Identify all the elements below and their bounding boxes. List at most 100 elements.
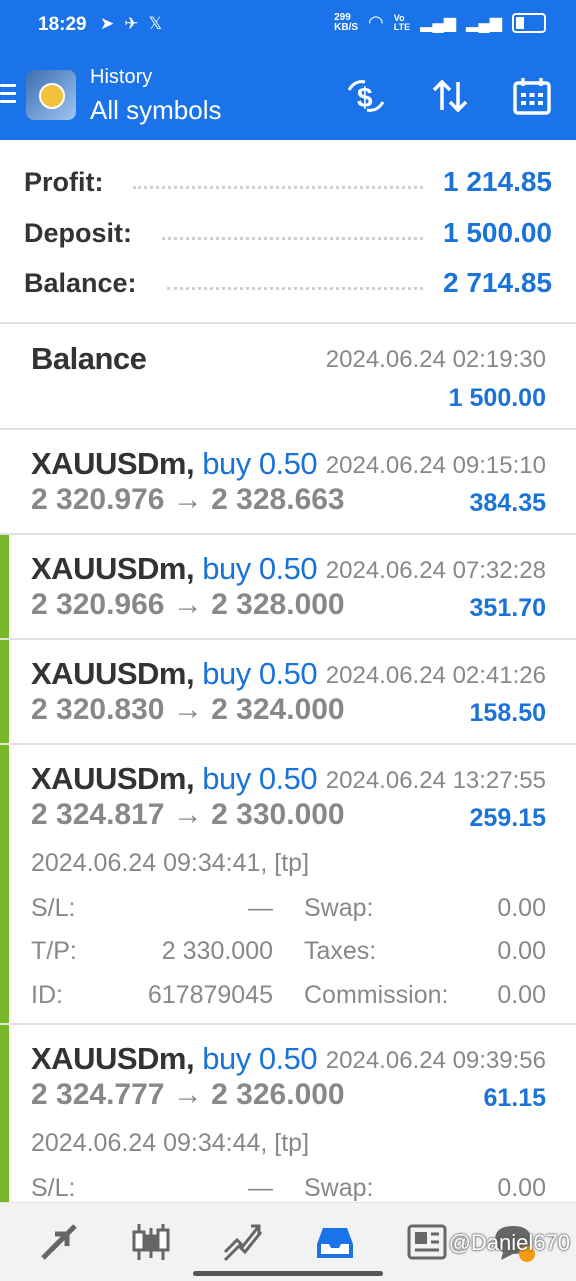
commission-label: Commission: [304,981,449,1009]
detail-row-tp-taxes: T/P: 2 330.000 Taxes: 0.00 [31,937,546,967]
header-title[interactable]: All symbols [90,95,221,126]
chart-icon[interactable] [126,1217,176,1267]
sl-value: — [248,1174,273,1202]
trade-profit: 259.15 [469,804,546,832]
telegram-send-icon: ✈ [124,14,139,33]
commission-value: 0.00 [497,981,546,1009]
trade-status-bar [0,535,9,638]
id-value: 617879045 [147,981,273,1009]
calendar-icon[interactable] [510,74,554,118]
home-indicator[interactable] [193,1271,383,1276]
swap-value: 0.00 [497,1174,546,1202]
trade-prices: 2 320.966 → 2 328.000 [31,588,345,621]
trade-prices: 2 320.976 → 2 328.663 [31,483,345,516]
trade-row[interactable]: XAUUSDm, buy 0.50 2024.06.24 09:15:10 2 … [0,430,576,533]
swap-value: 0.00 [497,894,546,922]
news-icon[interactable] [402,1217,452,1267]
history-icon[interactable] [310,1217,360,1267]
trade-prices: 2 324.777 → 2 326.000 [31,1078,345,1111]
metatrader-logo [26,70,76,120]
status-app-icons: ➤ ✈ 𝕏 [100,14,162,34]
net-speed: 299 KB/S [334,11,359,33]
trade-date: 2024.06.24 09:39:56 [325,1047,546,1074]
volte-label: Vo LTE [393,12,411,32]
summary-deposit-row: Deposit: 1 500.00 [24,213,552,253]
wifi-icon: ◠ [368,12,384,32]
trade-close-info: 2024.06.24 09:34:44, [tp] [31,1129,310,1157]
swap-label: Swap: [304,894,374,922]
summary-balance-row: Balance: 2 714.85 [24,263,552,303]
profit-value: 1 214.85 [443,166,552,197]
swap-label: Swap: [304,1174,374,1202]
balance-entry-amount: 1 500.00 [448,384,546,412]
svg-text:$: $ [357,82,373,113]
trade-symbol: XAUUSDm, buy 0.50 [31,656,318,691]
trade-profit: 384.35 [469,489,546,517]
trade-date: 2024.06.24 07:32:28 [325,557,546,584]
trade-symbol: XAUUSDm, buy 0.50 [31,761,318,796]
trade-type: buy 0.50 [202,446,318,481]
trade-type: buy 0.50 [202,761,318,796]
profit-label: Profit: [24,166,104,197]
sort-icon[interactable] [428,74,472,118]
header-subtitle: History [90,66,153,88]
balance-entry-date: 2024.06.24 02:19:30 [325,346,546,373]
bottom-navigation: @Daniel670 [0,1202,576,1281]
signal-icon-2: ▂▄▆ [466,14,502,32]
deposit-label: Deposit: [24,217,132,248]
taxes-label: Taxes: [304,937,377,965]
dollar-exchange-icon[interactable]: $ [344,74,388,118]
trade-profit: 61.15 [483,1084,546,1112]
watermark: @Daniel670 [448,1230,570,1255]
trade-date: 2024.06.24 09:15:10 [325,452,546,479]
taxes-value: 0.00 [497,937,546,965]
detail-row-sl-swap: S/L: — Swap: 0.00 [31,894,546,924]
trade-icon[interactable] [218,1217,268,1267]
trade-symbol: XAUUSDm, buy 0.50 [31,1041,318,1076]
trade-date: 2024.06.24 13:27:55 [325,767,546,794]
sl-label: S/L: [31,894,76,922]
id-label: ID: [31,981,63,1009]
trade-date: 2024.06.24 02:41:26 [325,662,546,689]
trade-row[interactable]: XAUUSDm, buy 0.50 2024.06.24 07:32:28 2 … [0,535,576,638]
trade-symbol: XAUUSDm, buy 0.50 [31,551,318,586]
trade-profit: 158.50 [469,699,546,727]
trade-row-expanded[interactable]: XAUUSDm, buy 0.50 2024.06.24 13:27:55 2 … [0,745,576,1023]
trade-prices: 2 320.830 → 2 324.000 [31,693,345,726]
battery-icon [512,12,546,33]
trade-symbol: XAUUSDm, buy 0.50 [31,446,318,481]
detail-row-sl-swap: S/L: — Swap: 0.00 [31,1174,546,1202]
trade-prices: 2 324.817 → 2 330.000 [31,798,345,831]
trade-row-expanded[interactable]: XAUUSDm, buy 0.50 2024.06.24 09:39:56 2 … [0,1025,576,1202]
balance-entry[interactable]: Balance 2024.06.24 02:19:30 1 500.00 [0,324,576,428]
x-icon: 𝕏 [148,14,163,33]
trade-type: buy 0.50 [202,656,318,691]
trade-type: buy 0.50 [202,551,318,586]
detail-row-id-commission: ID: 617879045 Commission: 0.00 [31,981,546,1011]
status-time: 18:29 [38,14,87,35]
app-header: History All symbols $ [0,52,576,140]
trade-status-bar [0,1025,9,1202]
trade-close-info: 2024.06.24 09:34:41, [tp] [31,849,310,877]
balance-label: Balance: [24,267,137,298]
summary-profit-row: Profit: 1 214.85 [24,162,552,202]
trade-status-bar [0,640,9,743]
tp-value: 2 330.000 [161,937,273,965]
sl-label: S/L: [31,1174,76,1202]
status-indicators: 299 KB/S ◠ Vo LTE ▂▄▆ ▂▄▆ [334,12,546,33]
balance-value: 2 714.85 [443,267,552,298]
menu-icon[interactable] [0,84,16,108]
trade-type: buy 0.50 [202,1041,318,1076]
history-summary: Profit: 1 214.85 Deposit: 1 500.00 Balan… [0,142,576,322]
trade-profit: 351.70 [469,594,546,622]
deposit-value: 1 500.00 [443,217,552,248]
trade-status-bar [0,745,9,1023]
telegram-icon: ➤ [100,14,115,33]
status-bar: 18:29 ➤ ✈ 𝕏 299 KB/S ◠ Vo LTE ▂▄▆ ▂▄▆ [0,0,576,52]
tp-label: T/P: [31,937,77,965]
signal-icon: ▂▄▆ [420,14,457,32]
quotes-icon[interactable] [34,1217,84,1267]
sl-value: — [248,894,273,922]
balance-entry-title: Balance [31,341,147,376]
trade-row[interactable]: XAUUSDm, buy 0.50 2024.06.24 02:41:26 2 … [0,640,576,743]
